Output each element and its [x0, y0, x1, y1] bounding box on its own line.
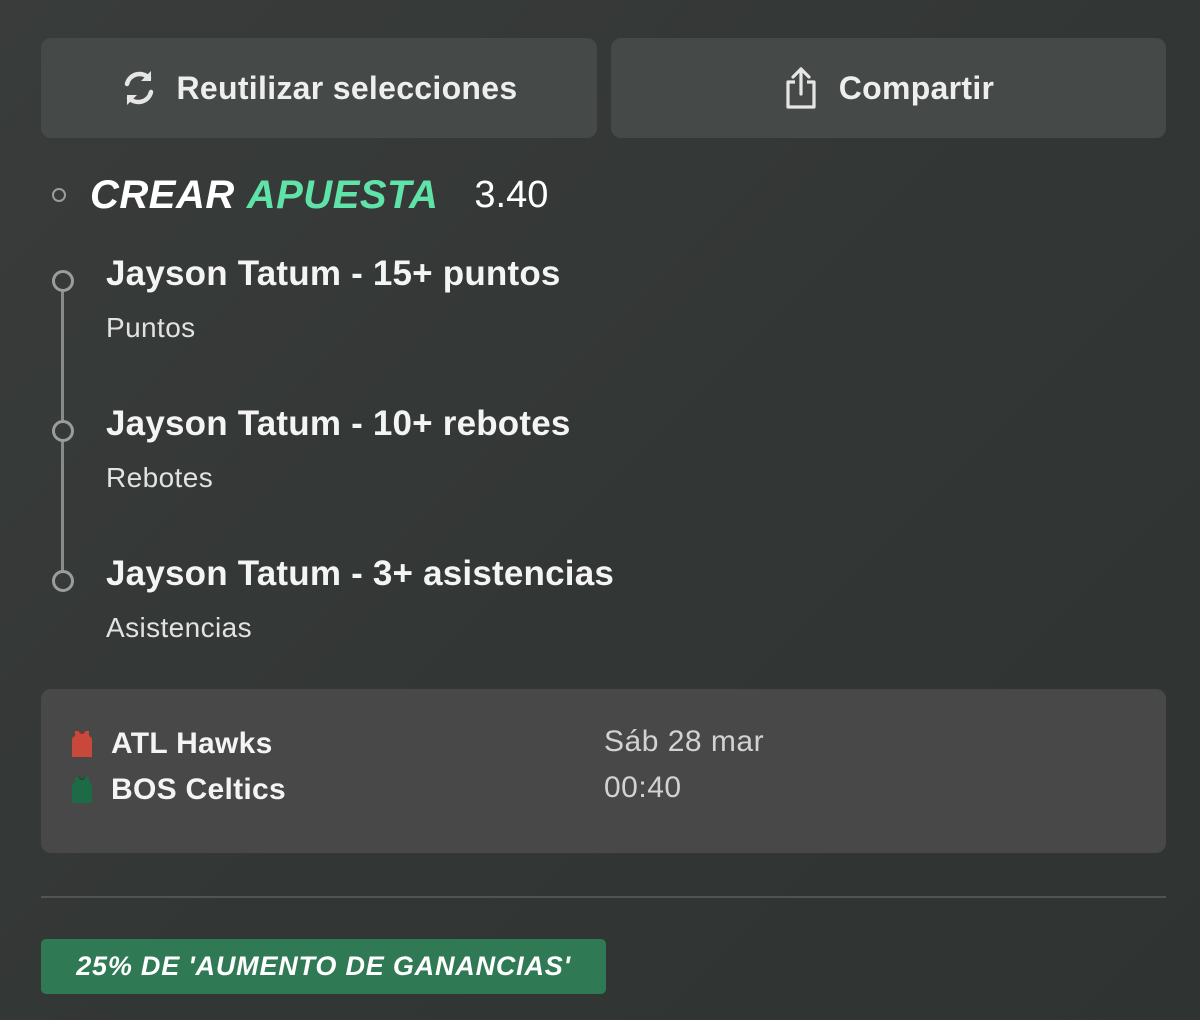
bet-builder-header: CREAR APUESTA 3.40	[52, 170, 548, 220]
selection-title: Jayson Tatum - 3+ asistencias	[106, 554, 615, 593]
selection-ring-icon	[52, 570, 74, 592]
selection-ring-icon	[52, 270, 74, 292]
title-part-2: APUESTA	[246, 172, 439, 217]
away-team: BOS Celtics	[71, 773, 286, 807]
event-card[interactable]: ATL Hawks BOS Celtics Sáb 28 mar 00:40	[41, 689, 1166, 853]
share-button[interactable]: Compartir	[611, 38, 1166, 138]
reuse-selections-button[interactable]: Reutilizar selecciones	[41, 38, 597, 138]
title-part-1: CREAR	[90, 172, 235, 217]
jersey-icon	[71, 730, 93, 758]
header-ring-icon	[52, 188, 66, 202]
selection-market: Asistencias	[106, 612, 253, 643]
away-team-name: BOS Celtics	[111, 773, 287, 806]
reuse-selections-label: Reutilizar selecciones	[176, 69, 518, 106]
promo-label: 25% DE 'AUMENTO DE GANANCIAS'	[76, 951, 571, 981]
total-odds: 3.40	[474, 173, 549, 216]
home-team-name: ATL Hawks	[111, 727, 273, 760]
share-label: Compartir	[838, 69, 995, 106]
bet-builder-title: CREAR APUESTA	[90, 173, 438, 218]
event-date: Sáb 28 mar	[604, 725, 765, 758]
refresh-icon	[121, 68, 157, 108]
share-icon	[783, 66, 819, 110]
selection-ring-icon	[52, 420, 74, 442]
selection-market: Puntos	[106, 312, 196, 343]
event-time: 00:40	[604, 771, 682, 804]
jersey-icon	[71, 776, 93, 804]
home-team: ATL Hawks	[71, 727, 273, 761]
promo-badge: 25% DE 'AUMENTO DE GANANCIAS'	[41, 939, 606, 994]
divider	[41, 896, 1166, 898]
selection-title: Jayson Tatum - 10+ rebotes	[106, 404, 571, 443]
selection-title: Jayson Tatum - 15+ puntos	[106, 254, 561, 293]
selection-market: Rebotes	[106, 462, 214, 493]
